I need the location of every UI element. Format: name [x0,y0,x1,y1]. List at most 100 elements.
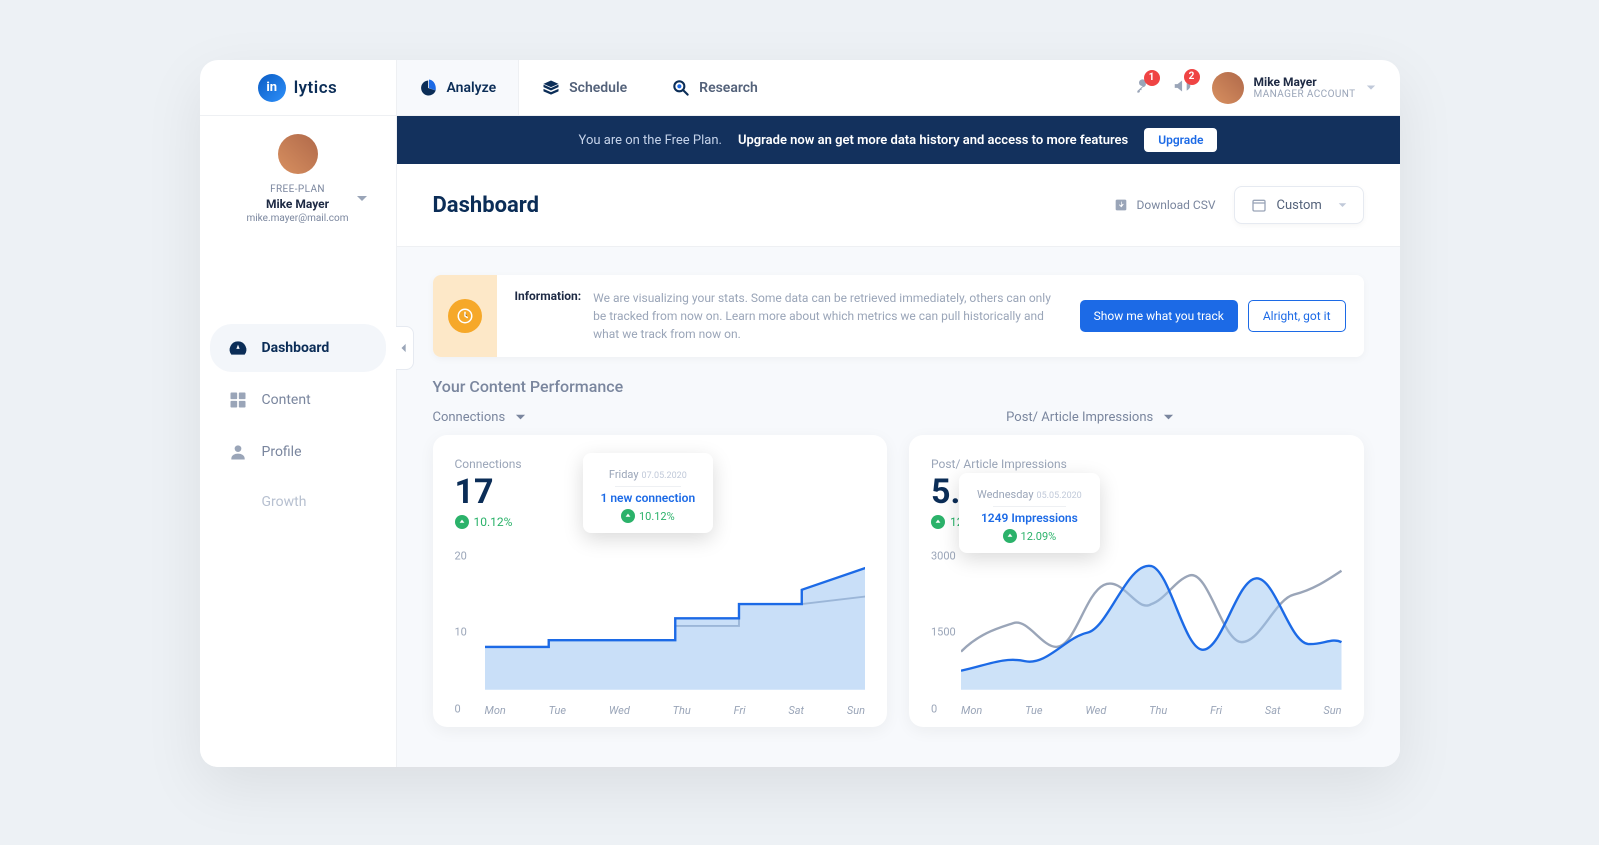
tooltip-date: 05.05.2020 [1037,491,1082,501]
x-tick: Sun [1323,704,1341,717]
banner-lead: You are on the Free Plan. [579,133,722,148]
x-tick: Sat [1265,704,1281,717]
download-csv-button[interactable]: Download CSV [1113,197,1216,213]
plan-label: FREE-PLAN [270,184,325,195]
chart-area: 20 10 0 Mon Tue Wed [455,547,866,717]
info-label: Information: [515,289,582,343]
nav-tab-research[interactable]: Research [649,60,780,115]
x-tick: Fri [734,704,746,717]
connections-chart[interactable] [485,547,866,690]
chevron-down-icon [1163,412,1174,423]
avatar [278,134,318,174]
sidebar-item-growth[interactable]: Growth [210,480,386,524]
nav-tab-label: Analyze [447,80,497,96]
nav-tab-schedule[interactable]: Schedule [519,60,649,115]
brand[interactable]: in lytics [200,74,396,102]
x-tick: Sun [847,704,865,717]
arrow-up-icon [455,515,469,529]
notif-badge: 2 [1184,69,1200,85]
sidebar-user[interactable]: FREE-PLAN Mike Mayer mike.mayer@mail.com [200,134,396,224]
charts-row: Connections 17 10.12% Friday07.05.2020 1… [397,435,1400,767]
tooltip-delta: 10.12% [621,509,675,523]
connections-card: Connections 17 10.12% Friday07.05.2020 1… [433,435,888,727]
section-title: Your Content Performance [397,377,1400,396]
topnav-right: 1 2 Mike Mayer MANAGER ACCOUNT [1134,72,1400,104]
top-nav: in lytics Analyze Schedule Research [200,60,1400,116]
metric-select-left[interactable]: Connections [433,410,527,425]
chevron-down-icon [1366,83,1376,93]
chevron-down-icon [1338,201,1347,210]
notifications-announce[interactable]: 2 [1172,75,1194,101]
body: FREE-PLAN Mike Mayer mike.mayer@mail.com… [200,116,1400,767]
gauge-icon [228,338,248,358]
impressions-chart[interactable] [961,547,1342,690]
chart-tooltip: Wednesday05.05.2020 1249 Impressions 12.… [959,473,1100,553]
stack-icon [541,78,561,98]
y-tick: 10 [455,626,467,639]
tooltip-date: 07.05.2020 [642,471,687,481]
x-tick: Fri [1210,704,1222,717]
divider [615,486,681,487]
tooltip-delta: 12.09% [1003,529,1057,543]
tooltip-day: Wednesday [977,488,1034,501]
y-tick: 1500 [931,626,956,639]
search-icon [671,78,691,98]
y-tick: 20 [455,549,467,562]
calendar-icon [1251,197,1267,213]
sidebar-item-profile[interactable]: Profile [210,428,386,476]
dismiss-info-button[interactable]: Alright, got it [1248,300,1346,332]
upgrade-button[interactable]: Upgrade [1144,128,1217,152]
brand-logo-icon: in [258,74,286,102]
sidebar-item-label: Growth [262,494,307,510]
metric-label: Post/ Article Impressions [1006,410,1153,425]
sidebar-user-email: mike.mayer@mail.com [246,213,348,224]
avatar [1212,72,1244,104]
x-tick: Mon [485,704,506,717]
metric-label: Connections [433,410,506,425]
person-icon [228,442,248,462]
chart-selectors: Connections Post/ Article Impressions [397,410,1400,425]
info-icon-wrap [433,275,497,357]
download-icon [1113,197,1129,213]
x-tick: Sat [788,704,804,717]
x-tick: Tue [1025,704,1042,717]
arrow-up-icon [931,515,945,529]
y-tick: 0 [455,702,461,715]
sidebar-nav: Dashboard Content Profile Growth [200,324,396,524]
info-banner: Information: We are visualizing your sta… [433,275,1364,357]
card-delta-value: 10.12% [474,515,513,529]
nav-tab-analyze[interactable]: Analyze [396,60,520,115]
x-tick: Tue [549,704,566,717]
sidebar-item-content[interactable]: Content [210,376,386,424]
sidebar-item-dashboard[interactable]: Dashboard [210,324,386,372]
user-name: Mike Mayer [1254,75,1356,89]
y-tick: 0 [931,702,937,715]
x-tick: Thu [673,704,691,717]
nav-tab-label: Schedule [569,80,627,96]
info-description: We are visualizing your stats. Some data… [593,289,1053,343]
x-tick: Wed [1085,704,1106,717]
chevron-down-icon[interactable] [356,190,368,209]
pie-chart-icon [419,78,439,98]
user-role: MANAGER ACCOUNT [1254,89,1356,100]
show-tracking-button[interactable]: Show me what you track [1080,300,1238,332]
notifications-key[interactable]: 1 [1134,76,1154,100]
sidebar-user-name: Mike Mayer [266,197,329,211]
chevron-down-icon [515,412,526,423]
user-menu[interactable]: Mike Mayer MANAGER ACCOUNT [1212,72,1376,104]
metric-select-right[interactable]: Post/ Article Impressions [1006,410,1174,425]
chevron-left-icon [399,343,409,353]
download-csv-label: Download CSV [1137,198,1216,212]
sidebar-item-label: Dashboard [262,340,330,356]
page-header: Dashboard Download CSV Custom [397,164,1400,247]
nav-tabs: Analyze Schedule Research [396,60,780,115]
page-title: Dashboard [433,193,540,218]
collapse-sidebar-button[interactable] [396,326,414,370]
tooltip-day: Friday [609,468,639,481]
date-range-select[interactable]: Custom [1234,186,1364,224]
divider [993,506,1066,507]
x-axis: Mon Tue Wed Thu Fri Sat Sun [485,704,866,717]
date-range-label: Custom [1277,198,1322,213]
info-text: Information: We are visualizing your sta… [497,275,1072,357]
x-tick: Thu [1149,704,1167,717]
